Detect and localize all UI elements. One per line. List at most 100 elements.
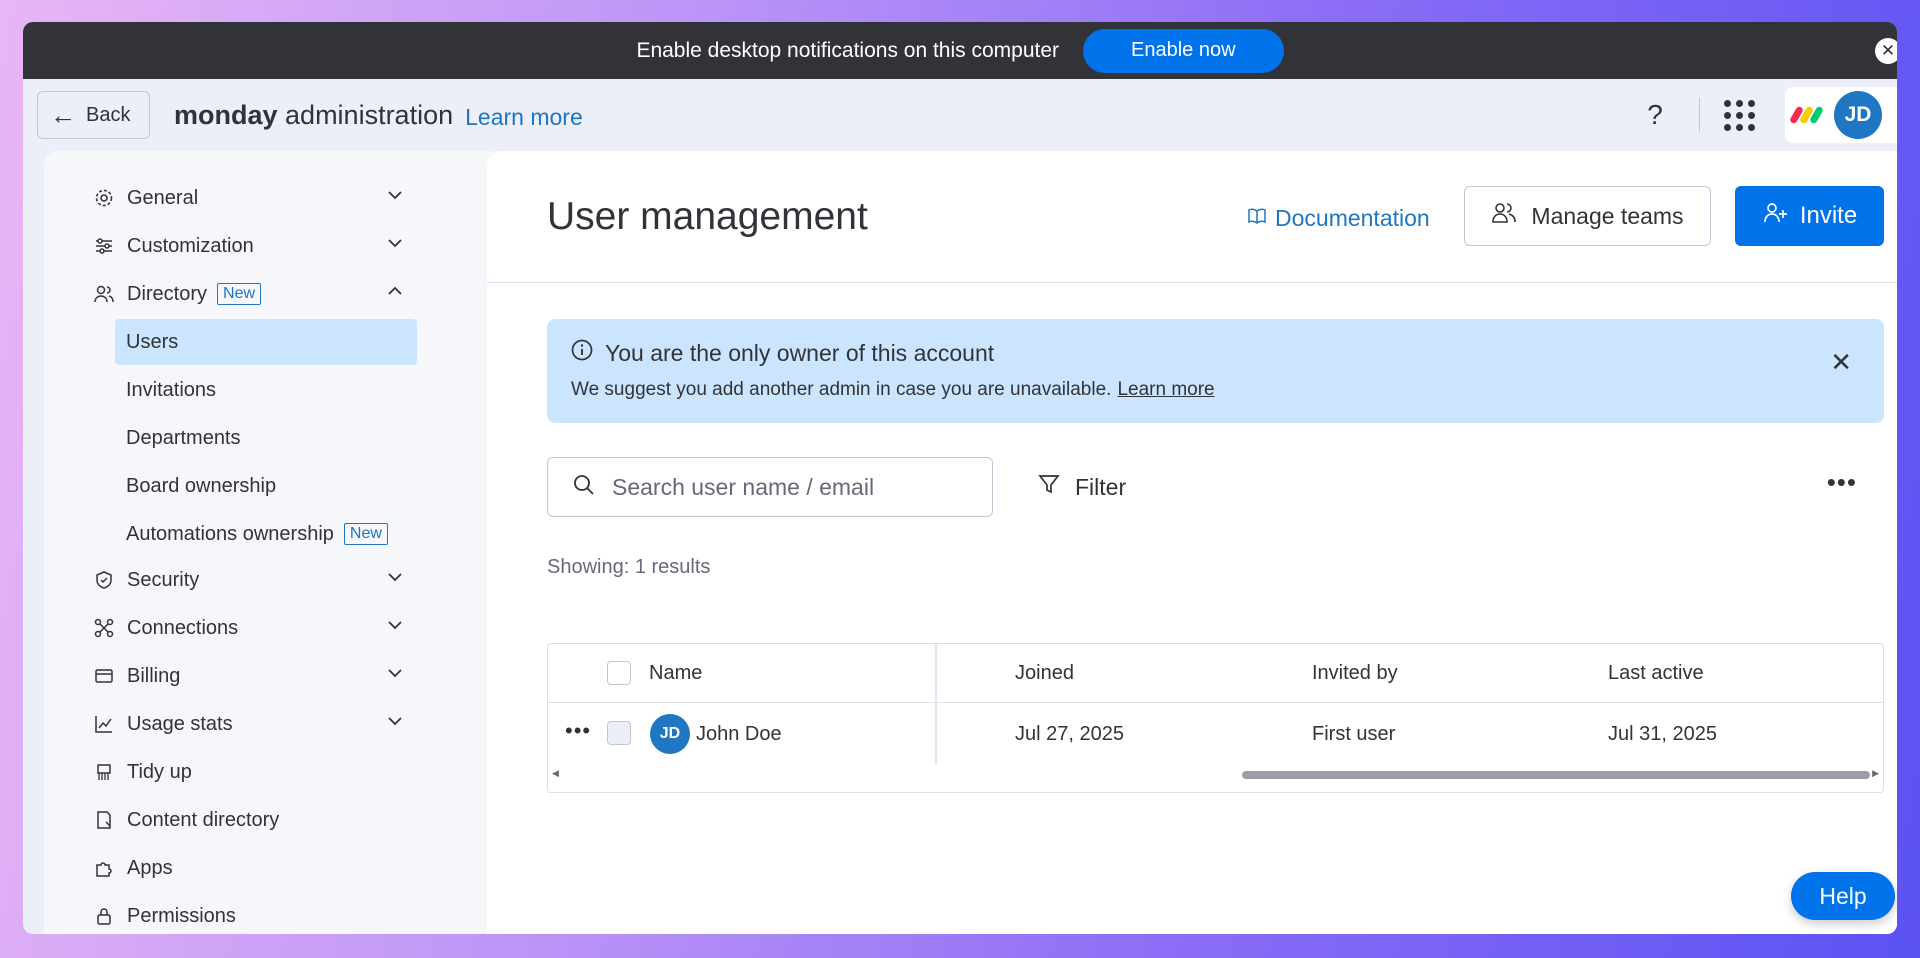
sidebar-item-billing[interactable]: Billing	[92, 654, 416, 698]
joined-date: Jul 27, 2025	[1015, 723, 1124, 745]
users-icon	[92, 284, 116, 304]
column-header-invited-by[interactable]: Invited by	[1312, 662, 1398, 685]
sidebar-item-directory[interactable]: Directory New	[92, 272, 416, 316]
back-button[interactable]: ← Back	[37, 91, 150, 139]
sidebar: General Customization Directory New User…	[44, 151, 494, 934]
puzzle-icon	[92, 858, 116, 878]
documentation-link[interactable]: Documentation	[1247, 205, 1430, 232]
new-badge: New	[217, 283, 262, 305]
account-switcher[interactable]: JD	[1785, 87, 1897, 143]
search-input[interactable]	[612, 473, 972, 501]
documentation-label: Documentation	[1275, 205, 1430, 231]
enable-notifications-button[interactable]: Enable now	[1083, 28, 1284, 73]
sidebar-item-usage-stats[interactable]: Usage stats	[92, 702, 416, 746]
shield-icon	[92, 570, 116, 590]
chevron-down-icon	[386, 616, 404, 640]
sidebar-subitem-automations-ownership[interactable]: Automations ownership New	[115, 511, 417, 557]
scrollbar-thumb[interactable]	[1242, 771, 1870, 779]
column-header-last-active[interactable]: Last active	[1608, 662, 1704, 685]
manage-teams-label: Manage teams	[1531, 202, 1684, 229]
sidebar-item-connections[interactable]: Connections	[92, 606, 416, 650]
alert-body: We suggest you add another admin in case…	[571, 379, 1215, 401]
sidebar-item-label: Apps	[127, 856, 173, 879]
header-row-divider	[548, 702, 1883, 703]
sidebar-item-label: Tidy up	[127, 760, 192, 783]
apps-grid-icon[interactable]	[1724, 99, 1755, 131]
book-icon	[1247, 205, 1267, 232]
sidebar-item-label: Customization	[127, 234, 254, 257]
sidebar-item-permissions[interactable]: Permissions	[92, 894, 416, 934]
scroll-left-icon[interactable]: ◀	[552, 768, 559, 779]
column-header-joined[interactable]: Joined	[1015, 662, 1074, 685]
sticky-column-divider	[935, 644, 937, 764]
sidebar-item-tidy-up[interactable]: Tidy up	[92, 750, 416, 794]
sidebar-subitem-users[interactable]: Users	[115, 319, 417, 365]
filter-button[interactable]: Filter	[1037, 457, 1126, 517]
alert-learn-more-link[interactable]: Learn more	[1117, 379, 1214, 400]
avatar[interactable]: JD	[1834, 91, 1882, 139]
select-all-checkbox[interactable]	[607, 661, 631, 685]
document-icon	[92, 810, 116, 830]
new-badge: New	[343, 523, 388, 545]
column-header-name[interactable]: Name	[649, 662, 702, 685]
info-icon	[571, 339, 593, 367]
lock-icon	[92, 906, 116, 926]
notification-message: Enable desktop notifications on this com…	[636, 38, 1060, 62]
row-checkbox[interactable]	[607, 721, 631, 745]
alert-title: You are the only owner of this account	[571, 339, 994, 367]
more-options-icon[interactable]: •••	[1827, 467, 1857, 498]
notification-bar: Enable desktop notifications on this com…	[23, 22, 1897, 79]
last-active-date: Jul 31, 2025	[1608, 723, 1717, 745]
sidebar-item-label: Connections	[127, 616, 239, 639]
chevron-up-icon	[386, 282, 404, 306]
horizontal-scrollbar[interactable]: ◀ ▶	[548, 768, 1883, 780]
team-icon	[1491, 201, 1517, 231]
sidebar-subitem-label: Automations ownership	[126, 522, 334, 545]
sidebar-item-general[interactable]: General	[92, 176, 416, 220]
connections-icon	[92, 618, 116, 638]
alert-body-text: We suggest you add another admin in case…	[571, 379, 1112, 400]
chevron-down-icon	[386, 234, 404, 258]
sidebar-item-label: Directory	[127, 282, 208, 305]
sidebar-subitem-departments[interactable]: Departments	[115, 415, 417, 461]
sidebar-item-security[interactable]: Security	[92, 558, 416, 602]
chevron-down-icon	[386, 186, 404, 210]
sidebar-subitem-label: Board ownership	[126, 474, 277, 497]
chevron-down-icon	[386, 664, 404, 688]
main-content: User management Documentation Manage tea…	[487, 151, 1897, 934]
arrow-left-icon: ←	[50, 100, 76, 130]
sidebar-item-label: Security	[127, 568, 200, 591]
top-bar: ← Back monday administration Learn more …	[23, 79, 1897, 151]
sidebar-subitem-invitations[interactable]: Invitations	[115, 367, 417, 413]
invite-button[interactable]: Invite	[1735, 186, 1884, 246]
sidebar-item-label: Billing	[127, 664, 181, 687]
sidebar-subitem-label: Invitations	[126, 378, 217, 401]
app-title: monday administration	[174, 100, 453, 131]
add-user-icon	[1762, 201, 1788, 232]
user-name[interactable]: John Doe	[696, 723, 782, 746]
sidebar-item-label: Usage stats	[127, 712, 233, 735]
invite-label: Invite	[1799, 202, 1858, 229]
sidebar-item-label: Permissions	[127, 904, 236, 927]
search-field[interactable]	[547, 457, 993, 517]
sidebar-subitem-label: Users	[126, 330, 179, 353]
page-title: User management	[547, 195, 868, 238]
scroll-right-icon[interactable]: ▶	[1872, 768, 1879, 779]
close-icon[interactable]: ✕	[1875, 38, 1897, 64]
gear-icon	[92, 188, 116, 208]
learn-more-link[interactable]: Learn more	[465, 104, 583, 131]
credit-card-icon	[92, 666, 116, 686]
manage-teams-button[interactable]: Manage teams	[1464, 186, 1711, 246]
help-question-icon[interactable]: ?	[1635, 99, 1675, 131]
help-button[interactable]: Help	[1791, 872, 1895, 920]
topbar-actions: ? JD	[1635, 79, 1897, 151]
sidebar-item-apps[interactable]: Apps	[92, 846, 416, 890]
monday-logo-icon	[1788, 105, 1825, 125]
sidebar-item-content-directory[interactable]: Content directory	[92, 798, 416, 842]
close-icon[interactable]: ✕	[1830, 347, 1852, 378]
row-menu-icon[interactable]: •••	[565, 718, 591, 744]
brand-name: monday	[174, 99, 278, 130]
chevron-down-icon	[386, 712, 404, 736]
sidebar-item-customization[interactable]: Customization	[92, 224, 416, 268]
sidebar-subitem-board-ownership[interactable]: Board ownership	[115, 463, 417, 509]
